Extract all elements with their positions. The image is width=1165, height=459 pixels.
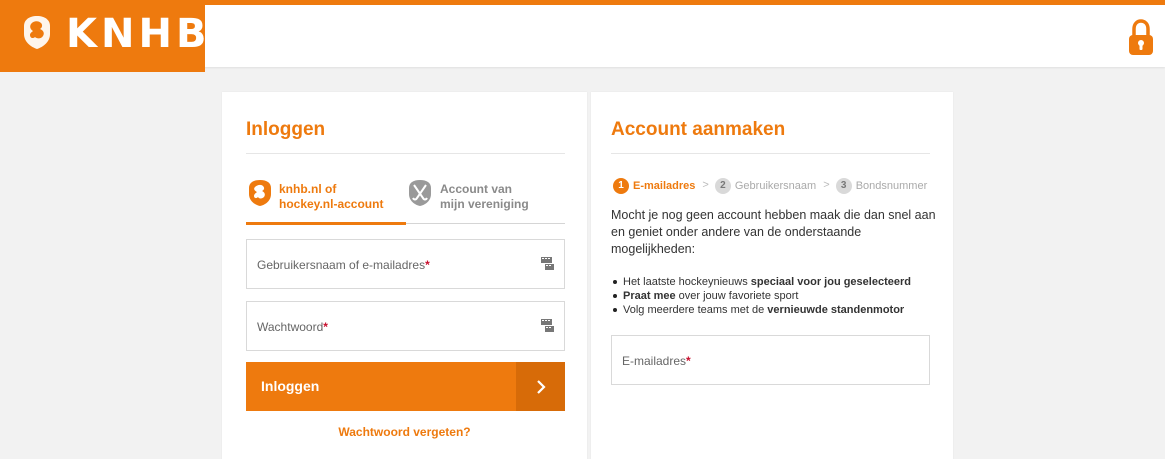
create-account-card: Account aanmaken 1 E-mailadres > 2 Gebruike…: [591, 92, 953, 459]
tab-club-account[interactable]: Account van mijn vereniging: [406, 179, 566, 223]
lock-icon[interactable]: [1127, 19, 1155, 57]
divider: [246, 153, 565, 154]
divider: [611, 153, 930, 154]
list-item: Volg meerdere teams met de vernieuwde st…: [611, 303, 941, 317]
password-field[interactable]: Wachtwoord*: [246, 301, 565, 351]
list-item: Het laatste hockeynieuws speciaal voor j…: [611, 275, 941, 289]
chevron-right-icon: >: [823, 179, 830, 191]
tab-divider: [406, 223, 565, 224]
benefits-list: Het laatste hockeynieuws speciaal voor j…: [611, 275, 941, 317]
step-username: 2 Gebruikersnaam: [714, 178, 816, 194]
tab-label: knhb.nl of hockey.nl-account: [279, 182, 384, 211]
tab-label: Account van mijn vereniging: [440, 182, 529, 211]
tab-knhb-account[interactable]: knhb.nl of hockey.nl-account: [246, 179, 406, 223]
email-field[interactable]: E-mailadres*: [611, 335, 930, 385]
password-placeholder: Wachtwoord*: [257, 320, 328, 334]
chevron-right-icon: >: [702, 179, 709, 191]
brand-name: KNHB: [66, 11, 211, 57]
knhb-logo[interactable]: KNHB: [0, 0, 206, 72]
login-title: Inloggen: [246, 119, 326, 140]
login-card: Inloggen knhb.nl of hockey.nl-account Ac…: [222, 92, 587, 459]
username-field[interactable]: Gebruikersnaam of e-mailadres*: [246, 239, 565, 289]
knhb-crest-icon: [249, 180, 271, 206]
step-email: 1 E-mailadres: [613, 178, 695, 194]
email-placeholder: E-mailadres*: [622, 354, 691, 368]
knhb-crest-icon: [24, 16, 50, 49]
active-tab-indicator: [246, 222, 406, 225]
chevron-right-icon: [516, 362, 565, 411]
intro-text: Mocht je nog geen account hebben maak di…: [611, 208, 936, 256]
create-account-title: Account aanmaken: [611, 119, 786, 140]
step-member-number: 3 Bondsnummer: [835, 178, 927, 194]
crossed-sticks-icon: [409, 180, 431, 206]
top-bar: KNHB: [0, 0, 1165, 72]
login-button-label: Inloggen: [261, 378, 320, 394]
keyboard-icon[interactable]: [541, 257, 554, 270]
forgot-password-link[interactable]: Wachtwoord vergeten?: [222, 425, 587, 439]
list-item: Praat mee over jouw favoriete sport: [611, 289, 941, 303]
login-button[interactable]: Inloggen: [246, 362, 565, 411]
signup-steps: 1 E-mailadres > 2 Gebruikersnaam > 3 Bondsnum…: [613, 177, 933, 195]
keyboard-icon[interactable]: [541, 319, 554, 332]
username-placeholder: Gebruikersnaam of e-mailadres*: [257, 258, 430, 272]
